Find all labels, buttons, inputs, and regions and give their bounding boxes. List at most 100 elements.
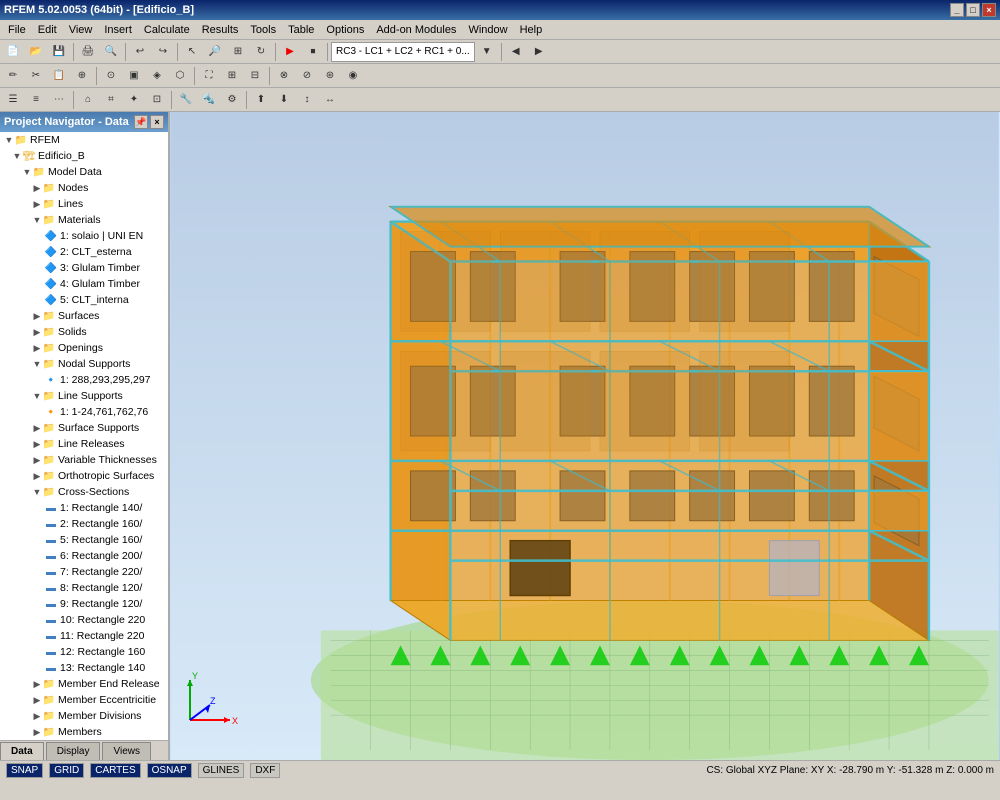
tree-item-line-supports[interactable]: ▼ 📁 Line Supports bbox=[0, 388, 168, 404]
tree-item-model-data[interactable]: ▼ 📁 Model Data bbox=[0, 164, 168, 180]
tree-item-cs1[interactable]: ▬ 1: Rectangle 140/ bbox=[0, 500, 168, 516]
load-case-dropdown[interactable]: RC3 - LC1 + LC2 + RC1 + 0... bbox=[331, 42, 475, 62]
tb2-btn8[interactable]: ⬡ bbox=[169, 66, 191, 86]
menu-calculate[interactable]: Calculate bbox=[138, 22, 196, 38]
menu-tools[interactable]: Tools bbox=[244, 22, 282, 38]
menu-options[interactable]: Options bbox=[320, 22, 370, 38]
tb3-btn6[interactable]: ✦ bbox=[123, 90, 145, 110]
tb2-btn15[interactable]: ◉ bbox=[342, 66, 364, 86]
rotate-button[interactable]: ↻ bbox=[250, 42, 272, 62]
print-preview-button[interactable]: 🔍 bbox=[100, 42, 122, 62]
new-button[interactable]: 📄 bbox=[2, 42, 24, 62]
tree-item-cs12[interactable]: ▬ 12: Rectangle 160 bbox=[0, 644, 168, 660]
tree-item-surfaces[interactable]: ▶ 📁 Surfaces bbox=[0, 308, 168, 324]
expand-cross-sections[interactable]: ▼ bbox=[32, 487, 42, 497]
expand-orthotropic[interactable]: ▶ bbox=[32, 471, 42, 481]
tb3-btn5[interactable]: ⌗ bbox=[100, 90, 122, 110]
tree-item-cs5[interactable]: ▬ 5: Rectangle 160/ bbox=[0, 532, 168, 548]
expand-materials[interactable]: ▼ bbox=[32, 215, 42, 225]
expand-members[interactable]: ▶ bbox=[32, 727, 42, 737]
zoom-button[interactable]: 🔎 bbox=[204, 42, 226, 62]
cartes-toggle[interactable]: CARTES bbox=[90, 763, 140, 778]
window-controls[interactable]: _ □ × bbox=[950, 3, 996, 17]
tree-item-mat5[interactable]: 🔷 5: CLT_interna bbox=[0, 292, 168, 308]
tree-item-mat4[interactable]: 🔷 4: Glulam Timber bbox=[0, 276, 168, 292]
expand-rfem[interactable]: ▼ bbox=[4, 135, 14, 145]
tb2-btn7[interactable]: ◈ bbox=[146, 66, 168, 86]
result-prev[interactable]: ◀ bbox=[505, 42, 527, 62]
tb3-btn9[interactable]: 🔩 bbox=[198, 90, 220, 110]
menu-edit[interactable]: Edit bbox=[32, 22, 63, 38]
menu-window[interactable]: Window bbox=[462, 22, 513, 38]
tab-display[interactable]: Display bbox=[46, 742, 101, 760]
menu-table[interactable]: Table bbox=[282, 22, 320, 38]
tree-item-ls1[interactable]: 🔸 1: 1-24,761,762,76 bbox=[0, 404, 168, 420]
tb2-btn5[interactable]: ⊙ bbox=[100, 66, 122, 86]
menu-addon[interactable]: Add-on Modules bbox=[370, 22, 462, 38]
expand-line-releases[interactable]: ▶ bbox=[32, 439, 42, 449]
osnap-toggle[interactable]: OSNAP bbox=[147, 763, 192, 778]
expand-nodal-supports[interactable]: ▼ bbox=[32, 359, 42, 369]
tree-item-lines[interactable]: ▶ 📁 Lines bbox=[0, 196, 168, 212]
tree-item-rfem[interactable]: ▼ 📁 RFEM bbox=[0, 132, 168, 148]
grid-toggle[interactable]: GRID bbox=[49, 763, 84, 778]
tree-item-cs9[interactable]: ▬ 9: Rectangle 120/ bbox=[0, 596, 168, 612]
tree-item-member-div[interactable]: ▶ 📁 Member Divisions bbox=[0, 708, 168, 724]
glines-toggle[interactable]: GLINES bbox=[198, 763, 245, 778]
expand-model-data[interactable]: ▼ bbox=[22, 167, 32, 177]
viewport[interactable]: X Y Z bbox=[170, 112, 1000, 760]
expand-lines[interactable]: ▶ bbox=[32, 199, 42, 209]
expand-nodes[interactable]: ▶ bbox=[32, 183, 42, 193]
tree-item-variable-thick[interactable]: ▶ 📁 Variable Thicknesses bbox=[0, 452, 168, 468]
zoom-all-button[interactable]: ⊞ bbox=[227, 42, 249, 62]
tree-item-nodal-supports[interactable]: ▼ 📁 Nodal Supports bbox=[0, 356, 168, 372]
expand-solids[interactable]: ▶ bbox=[32, 327, 42, 337]
expand-mer[interactable]: ▶ bbox=[32, 679, 42, 689]
result-next[interactable]: ▶ bbox=[528, 42, 550, 62]
expand-edificio[interactable]: ▼ bbox=[12, 151, 22, 161]
tree-item-edificio[interactable]: ▼ 🏗 Edificio_B bbox=[0, 148, 168, 164]
tree-item-mat1[interactable]: 🔷 1: solaio | UNI EN bbox=[0, 228, 168, 244]
dxf-toggle[interactable]: DXF bbox=[250, 763, 280, 778]
tb3-btn10[interactable]: ⚙ bbox=[221, 90, 243, 110]
tb3-btn4[interactable]: ⌂ bbox=[77, 90, 99, 110]
print-button[interactable]: 🖨 bbox=[77, 42, 99, 62]
tb2-btn14[interactable]: ⊛ bbox=[319, 66, 341, 86]
tree-item-members[interactable]: ▶ 📁 Members bbox=[0, 724, 168, 740]
tree-item-member-end-release[interactable]: ▶ 📁 Member End Release bbox=[0, 676, 168, 692]
tree-item-ns1[interactable]: 🔹 1: 288,293,295,297 bbox=[0, 372, 168, 388]
tree-item-orthotropic[interactable]: ▶ 📁 Orthotropic Surfaces bbox=[0, 468, 168, 484]
tb2-btn3[interactable]: 📋 bbox=[48, 66, 70, 86]
tree-item-cs10[interactable]: ▬ 10: Rectangle 220 bbox=[0, 612, 168, 628]
menu-file[interactable]: File bbox=[2, 22, 32, 38]
tree-item-cs7[interactable]: ▬ 7: Rectangle 220/ bbox=[0, 564, 168, 580]
nav-close-button[interactable]: × bbox=[150, 115, 164, 129]
tree-item-surface-supports[interactable]: ▶ 📁 Surface Supports bbox=[0, 420, 168, 436]
tree-item-cs11[interactable]: ▬ 11: Rectangle 220 bbox=[0, 628, 168, 644]
tb2-btn4[interactable]: ⊕ bbox=[71, 66, 93, 86]
snap-toggle[interactable]: SNAP bbox=[6, 763, 43, 778]
tb2-btn13[interactable]: ⊘ bbox=[296, 66, 318, 86]
expand-surface-supports[interactable]: ▶ bbox=[32, 423, 42, 433]
tb3-btn12[interactable]: ⬇ bbox=[273, 90, 295, 110]
open-button[interactable]: 📂 bbox=[25, 42, 47, 62]
tb3-btn2[interactable]: ≡ bbox=[25, 90, 47, 110]
tb2-btn12[interactable]: ⊗ bbox=[273, 66, 295, 86]
save-button[interactable]: 💾 bbox=[48, 42, 70, 62]
expand-surfaces[interactable]: ▶ bbox=[32, 311, 42, 321]
tb2-btn2[interactable]: ✂ bbox=[25, 66, 47, 86]
tb3-btn11[interactable]: ⬆ bbox=[250, 90, 272, 110]
tab-data[interactable]: Data bbox=[0, 742, 44, 760]
dropdown-arrow[interactable]: ▼ bbox=[476, 42, 498, 62]
tb2-btn10[interactable]: ⊞ bbox=[221, 66, 243, 86]
expand-variable-thick[interactable]: ▶ bbox=[32, 455, 42, 465]
tree-item-member-ecc[interactable]: ▶ 📁 Member Eccentricitie bbox=[0, 692, 168, 708]
tab-views[interactable]: Views bbox=[102, 742, 151, 760]
navigator-controls[interactable]: 📌 × bbox=[134, 115, 164, 129]
tb3-btn14[interactable]: ↔ bbox=[319, 90, 341, 110]
expand-mecc[interactable]: ▶ bbox=[32, 695, 42, 705]
select-button[interactable]: ↖ bbox=[181, 42, 203, 62]
tb3-btn13[interactable]: ↕ bbox=[296, 90, 318, 110]
expand-line-supports[interactable]: ▼ bbox=[32, 391, 42, 401]
menu-help[interactable]: Help bbox=[514, 22, 549, 38]
